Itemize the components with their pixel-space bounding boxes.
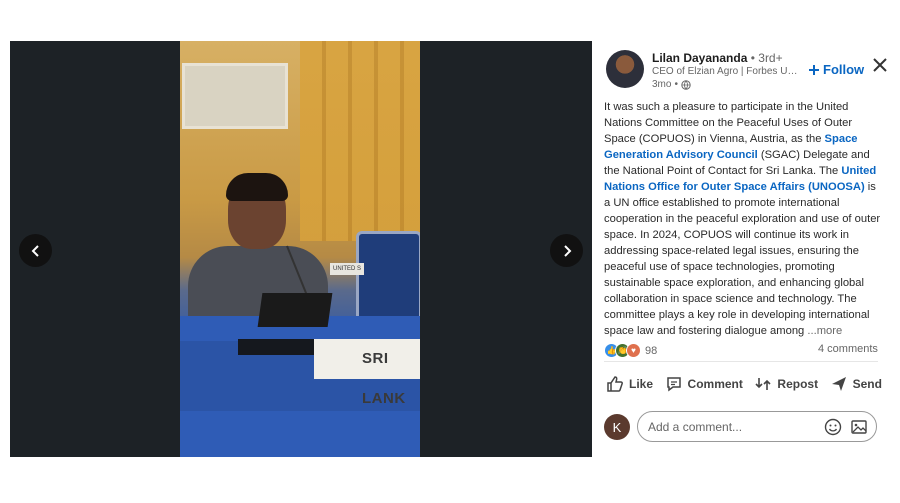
comment-icon [666, 377, 681, 392]
image-icon[interactable] [850, 418, 868, 436]
reaction-count: 98 [645, 344, 658, 357]
love-reaction-icon: ♥ [626, 343, 641, 358]
comment-button[interactable]: Comment [665, 375, 743, 393]
comments-count-link[interactable]: 4 comments [818, 343, 878, 355]
laptop [257, 293, 333, 327]
send-button[interactable]: Send [830, 375, 882, 393]
connection-degree: • 3rd+ [750, 51, 783, 65]
next-button[interactable] [550, 234, 583, 267]
like-label: Like [629, 377, 654, 391]
author-line: Lilan Dayananda • 3rd+ [652, 51, 783, 65]
comment-input[interactable] [646, 418, 816, 435]
previous-button[interactable] [19, 234, 52, 267]
small-nameplate: UNITED S [330, 263, 364, 275]
post-detail-panel: Lilan Dayananda • 3rd+ CEO of Elzian Agr… [592, 41, 890, 503]
see-more-link[interactable]: ...more [807, 325, 842, 337]
follow-label: Follow [823, 62, 865, 77]
repost-button[interactable]: Repost [754, 375, 818, 393]
emoji-icon[interactable] [824, 418, 842, 436]
divider [604, 361, 878, 362]
repost-label: Repost [777, 377, 819, 391]
chevron-left-icon [31, 244, 39, 257]
repost-icon [755, 378, 771, 390]
follow-button[interactable]: Follow [808, 62, 864, 77]
author-avatar[interactable] [606, 50, 644, 88]
media-viewer: UNITED S SRI LANK [10, 41, 592, 457]
globe-icon [681, 79, 691, 90]
post-text: It was such a pleasure to participate in… [604, 99, 884, 339]
post-text-part-3: is a UN office established to promote in… [604, 181, 881, 337]
reactions-summary[interactable]: 👍 👏 ♥ 98 [604, 343, 657, 358]
send-icon [831, 377, 846, 391]
post-time: 3mo [652, 79, 672, 90]
booth-window [182, 63, 288, 129]
author-name[interactable]: Lilan Dayananda [652, 51, 747, 65]
comment-label: Comment [687, 377, 743, 391]
degree-value: 3rd+ [758, 51, 783, 65]
send-label: Send [852, 377, 882, 391]
close-icon[interactable] [871, 56, 889, 74]
action-bar: Like Comment Repost Send [606, 375, 882, 393]
author-headline: CEO of Elzian Agro | Forbes Under 30 [652, 66, 798, 77]
like-icon [607, 376, 623, 392]
like-button[interactable]: Like [606, 375, 653, 393]
wall-panels [300, 41, 420, 241]
meta-separator: • [674, 79, 678, 90]
current-user-avatar[interactable]: K [604, 414, 630, 440]
chevron-right-icon [563, 244, 571, 257]
comment-composer[interactable] [637, 411, 877, 442]
plus-icon [809, 64, 819, 75]
post-text-part-1: It was such a pleasure to participate in… [604, 101, 853, 145]
country-nameplate: SRI LANK [314, 339, 420, 407]
post-photo[interactable]: UNITED S SRI LANK [180, 41, 420, 457]
person-hair [226, 173, 288, 201]
post-meta: 3mo • [652, 79, 691, 90]
